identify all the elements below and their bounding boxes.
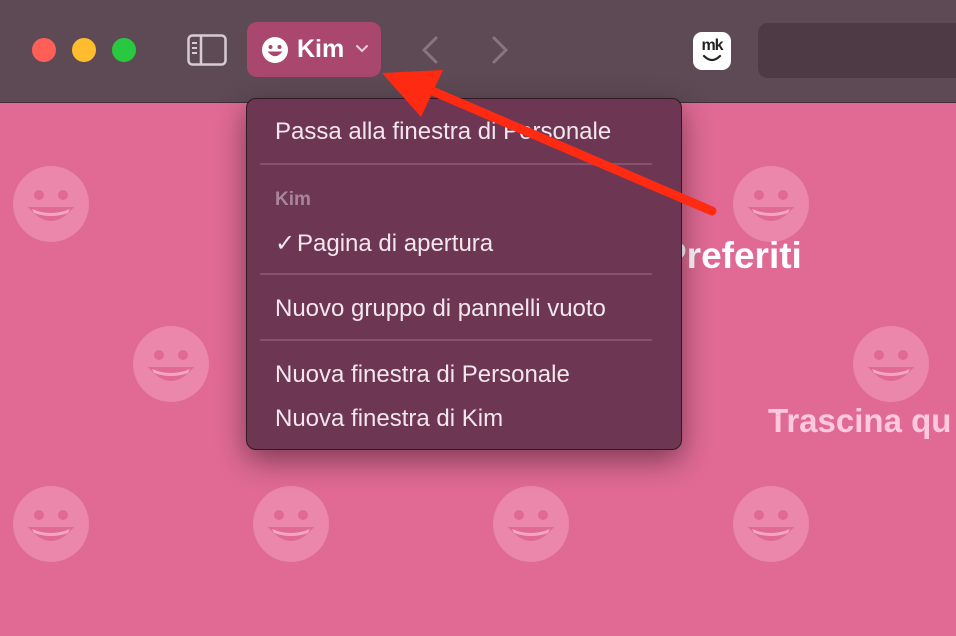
back-button[interactable] <box>418 34 442 66</box>
profile-button[interactable]: Kim <box>247 22 381 77</box>
extension-label: mk <box>701 37 723 54</box>
favorites-title: Preferiti <box>662 235 802 276</box>
window-toolbar: Kim mk <box>0 0 956 103</box>
smiley-face-icon <box>13 166 89 242</box>
menu-separator <box>260 339 652 341</box>
smiley-face-icon <box>262 37 288 63</box>
smiley-face-icon <box>133 326 209 402</box>
smiley-face-icon <box>13 486 89 562</box>
smiley-face-icon <box>853 326 929 402</box>
extension-button[interactable]: mk <box>693 32 731 70</box>
forward-button[interactable] <box>488 34 512 66</box>
smiley-face-icon <box>733 486 809 562</box>
zoom-window-button[interactable] <box>112 38 136 62</box>
chevron-right-icon <box>492 36 508 64</box>
profile-menu: Passa alla finestra di Personale Kim ✓Pa… <box>246 98 682 450</box>
close-window-button[interactable] <box>32 38 56 62</box>
sidebar-icon <box>187 34 227 66</box>
menu-item-start-page[interactable]: ✓Pagina di apertura <box>275 229 493 258</box>
menu-separator <box>260 163 652 165</box>
drag-hint-text: Trascina qu <box>768 402 952 439</box>
sidebar-toggle-button[interactable] <box>186 33 228 67</box>
menu-section-header: Kim <box>275 189 311 210</box>
extension-smile-icon <box>702 54 722 62</box>
menu-item-new-empty-tab-group[interactable]: Nuovo gruppo di pannelli vuoto <box>275 295 606 323</box>
smiley-face-icon <box>493 486 569 562</box>
chevron-down-icon <box>356 45 368 53</box>
menu-item-switch-window[interactable]: Passa alla finestra di Personale <box>275 118 611 146</box>
minimize-window-button[interactable] <box>72 38 96 62</box>
menu-separator <box>260 273 652 275</box>
menu-item-new-window-personal[interactable]: Nuova finestra di Personale <box>275 361 570 389</box>
menu-item-new-window-kim[interactable]: Nuova finestra di Kim <box>275 405 503 433</box>
chevron-left-icon <box>422 36 438 64</box>
address-bar[interactable] <box>758 23 956 78</box>
profile-name: Kim <box>297 35 345 63</box>
smiley-face-icon <box>253 486 329 562</box>
smiley-face-icon <box>733 166 809 242</box>
menu-item-start-page-label: Pagina di apertura <box>297 230 494 257</box>
checkmark-icon: ✓ <box>275 230 296 257</box>
